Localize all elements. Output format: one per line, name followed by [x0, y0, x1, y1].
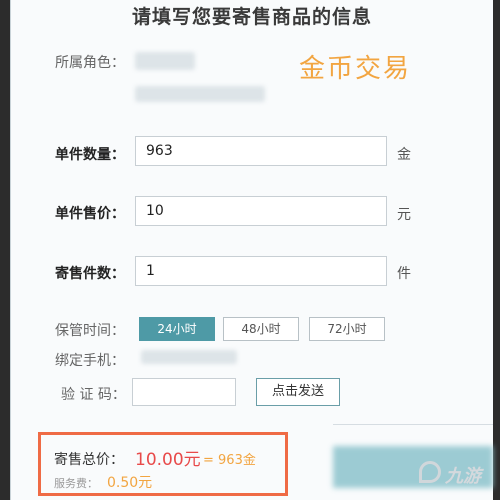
unit-price-unit: 元 — [397, 207, 411, 223]
send-code-button[interactable]: 点击发送 — [256, 378, 340, 406]
role-server-blurred — [135, 86, 265, 102]
jiuyou-logo-icon — [419, 461, 441, 483]
consign-count-input[interactable] — [135, 256, 387, 286]
service-fee-amount: 0.50元 — [107, 475, 153, 491]
unit-price-label: 单件售价： — [55, 206, 125, 222]
unit-quantity-label: 单件数量： — [55, 147, 125, 163]
verify-code-input[interactable] — [132, 378, 236, 406]
total-price-amount: 10.00元 — [135, 450, 201, 470]
keep-time-24h-option[interactable]: 24小时 — [139, 317, 215, 341]
total-price-label: 寄售总价： — [54, 452, 124, 468]
watermark-text: 九游 — [445, 466, 481, 487]
unit-price-input[interactable] — [135, 196, 387, 226]
service-fee-label: 服务费： — [54, 477, 98, 490]
keep-time-label: 保管时间： — [55, 323, 125, 339]
role-label: 所属角色： — [55, 55, 125, 71]
keep-time-48h-option[interactable]: 48小时 — [223, 317, 299, 341]
unit-quantity-input[interactable] — [135, 136, 387, 166]
total-gold-equivalent: = 963金 — [203, 453, 256, 468]
form-title: 请填写您要寄售商品的信息 — [131, 6, 372, 28]
consign-count-label: 寄售件数： — [55, 266, 125, 282]
consignment-form-panel: 请填写您要寄售商品的信息 所属角色： 金币交易 单件数量： 金 单件售价： 元 … — [10, 0, 493, 500]
consign-count-unit: 件 — [397, 266, 411, 282]
bound-phone-label: 绑定手机： — [55, 353, 125, 369]
role-name-blurred — [135, 52, 195, 70]
verify-code-label: 验 证 码： — [61, 387, 126, 403]
unit-quantity-unit: 金 — [397, 147, 411, 163]
bound-phone-blurred — [141, 350, 237, 364]
summary-divider — [333, 424, 493, 425]
price-summary-box: 寄售总价： 10.00元 = 963金 服务费： 0.50元 — [38, 432, 288, 496]
keep-time-72h-option[interactable]: 72小时 — [309, 317, 385, 341]
gold-trade-badge: 金币交易 — [299, 54, 412, 84]
